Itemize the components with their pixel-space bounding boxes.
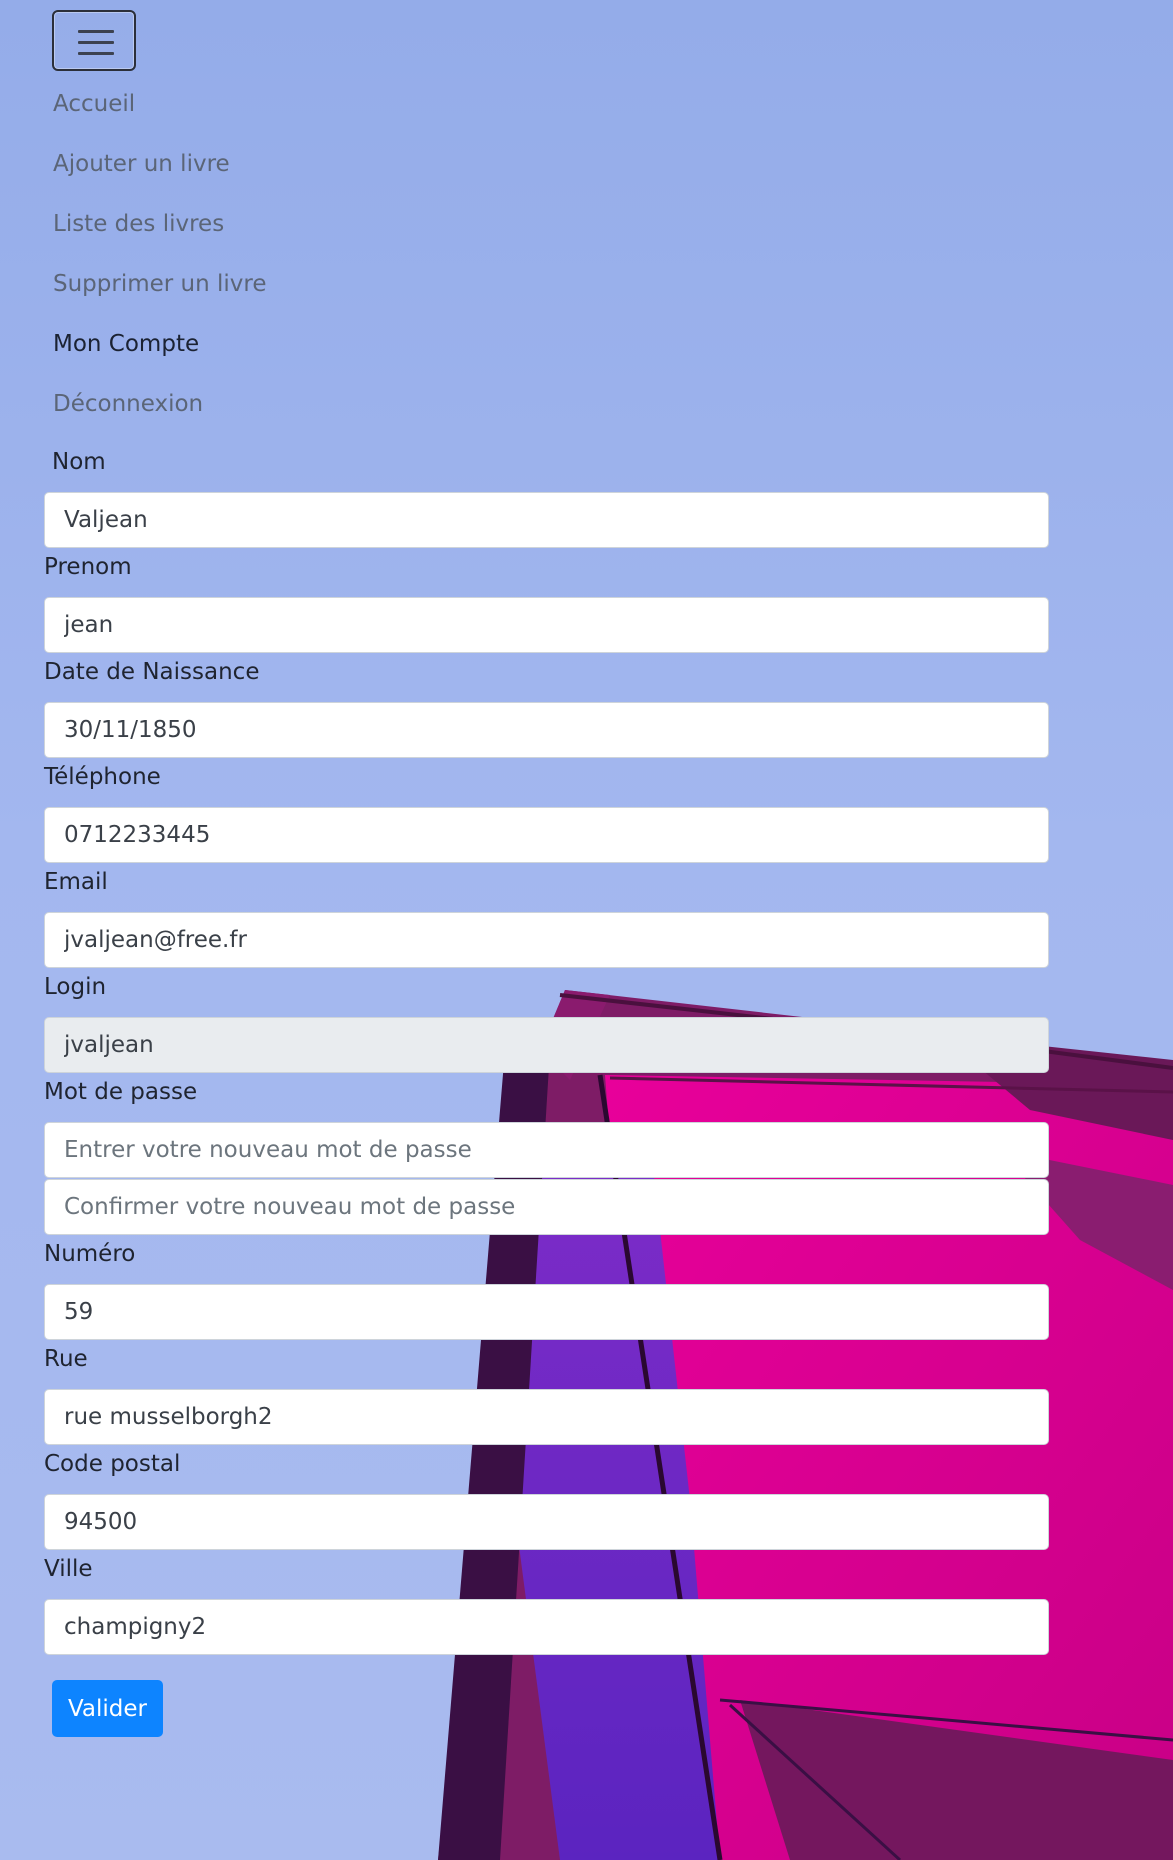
rue-label: Rue <box>44 1346 88 1372</box>
date-naissance-field[interactable] <box>44 702 1049 758</box>
nav-link-liste-livres[interactable]: Liste des livres <box>53 194 267 254</box>
telephone-field[interactable] <box>44 807 1049 863</box>
nom-field[interactable] <box>44 492 1049 548</box>
code-postal-field[interactable] <box>44 1494 1049 1550</box>
main-nav: Accueil Ajouter un livre Liste des livre… <box>53 74 267 434</box>
numero-field[interactable] <box>44 1284 1049 1340</box>
ville-label: Ville <box>44 1556 93 1582</box>
nav-link-deconnexion[interactable]: Déconnexion <box>53 374 267 434</box>
password-label: Mot de passe <box>44 1079 198 1105</box>
numero-label: Numéro <box>44 1241 136 1267</box>
login-field <box>44 1017 1049 1073</box>
new-password-field[interactable] <box>44 1122 1049 1178</box>
email-field[interactable] <box>44 912 1049 968</box>
valider-button[interactable]: Valider <box>52 1680 163 1737</box>
hamburger-menu-icon <box>78 30 114 33</box>
nav-link-supprimer-livre[interactable]: Supprimer un livre <box>53 254 267 314</box>
nav-link-accueil[interactable]: Accueil <box>53 74 267 134</box>
code-postal-label: Code postal <box>44 1451 181 1477</box>
nom-label: Nom <box>52 449 106 475</box>
prenom-field[interactable] <box>44 597 1049 653</box>
rue-field[interactable] <box>44 1389 1049 1445</box>
telephone-label: Téléphone <box>44 764 161 790</box>
login-label: Login <box>44 974 107 1000</box>
confirm-password-field[interactable] <box>44 1179 1049 1235</box>
navbar-toggle-button[interactable] <box>52 10 136 71</box>
nav-link-ajouter-livre[interactable]: Ajouter un livre <box>53 134 267 194</box>
ville-field[interactable] <box>44 1599 1049 1655</box>
email-label: Email <box>44 869 108 895</box>
prenom-label: Prenom <box>44 554 132 580</box>
date-naissance-label: Date de Naissance <box>44 659 260 685</box>
nav-link-mon-compte[interactable]: Mon Compte <box>53 314 267 374</box>
